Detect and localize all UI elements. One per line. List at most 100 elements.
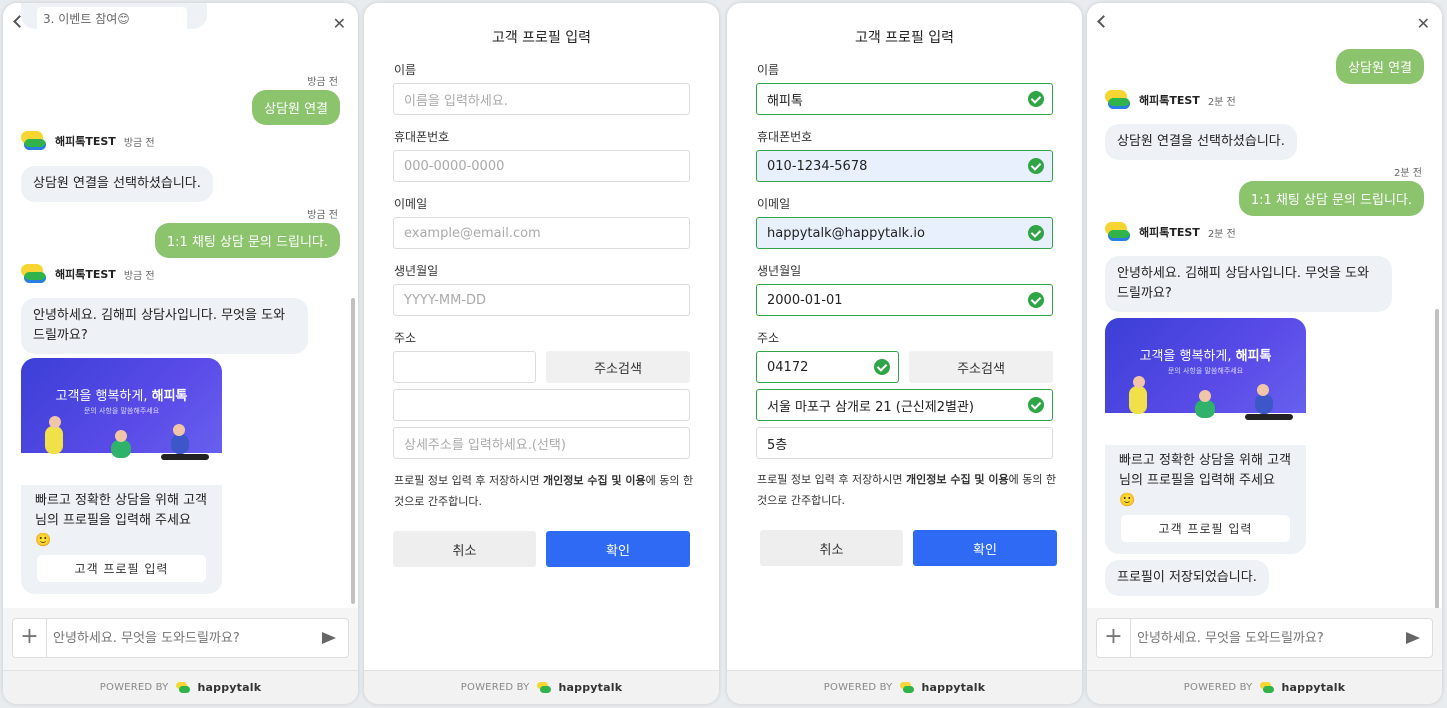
user-message: 상담원 연결: [1336, 49, 1424, 84]
powered-by-footer: POWERED BY happytalk: [364, 670, 719, 704]
person-illustration: [1255, 394, 1273, 414]
powered-by-footer: POWERED BY happytalk: [727, 670, 1082, 704]
phone-label: 휴대폰번호: [394, 130, 450, 144]
scrollbar[interactable]: [351, 298, 355, 604]
user-message: 1:1 채팅 상담 문의 드립니다.: [1238, 181, 1424, 216]
message-time: 방금 전: [123, 137, 155, 149]
message-time: 방금 전: [307, 210, 338, 221]
powered-by-footer: POWERED BY happytalk: [1087, 670, 1442, 704]
message-time: 2분 전: [1207, 228, 1236, 240]
bot-sender: 해피톡TEST 2분 전: [1105, 90, 1236, 110]
scrollbar[interactable]: [1435, 309, 1439, 609]
profile-form-filled: 고객 프로필 입력 이름 해피톡 휴대폰번호 010-1234-5678 이메일…: [727, 3, 1082, 704]
promo-banner: 고객을 행복하게, 해피톡 문의 사항을 말씀해주세요: [21, 358, 222, 485]
bot-message: 안녕하세요. 김해피 상담사입니다. 무엇을 도와드릴까요?: [1105, 256, 1392, 312]
send-icon[interactable]: [1406, 632, 1420, 644]
message-time: 2분 전: [1394, 168, 1422, 179]
message-input[interactable]: [47, 630, 322, 646]
profile-input-button[interactable]: 고객 프로필 입력: [37, 555, 206, 582]
birth-field[interactable]: 2000-01-01: [756, 284, 1053, 316]
happytalk-logo-icon: [537, 682, 552, 693]
bot-name: 해피톡TEST: [1139, 94, 1200, 107]
message-time: 방금 전: [307, 77, 338, 88]
cancel-button[interactable]: 취소: [393, 531, 536, 567]
person-illustration: [1195, 400, 1215, 418]
address-field[interactable]: 서울 마포구 삼개로 21 (근신제2별관): [756, 389, 1053, 421]
banner-title: 고객을 행복하게, 해피톡: [55, 389, 188, 404]
chat-messages: 3. 이벤트 참여😊 ✕ 방금 전 상담원 연결 해피톡TEST 방금 전 상담…: [3, 3, 358, 609]
email-field[interactable]: happytalk@happytalk.io: [756, 217, 1053, 249]
birth-label: 생년월일: [757, 264, 802, 278]
bot-avatar-icon: [1105, 90, 1131, 110]
banner-title: 고객을 행복하게, 해피톡: [1139, 349, 1272, 364]
person-illustration: [45, 426, 63, 454]
profile-request-card: 고객을 행복하게, 해피톡 문의 사항을 말씀해주세요 빠르고 정확한 상담을 …: [1105, 318, 1306, 554]
close-icon[interactable]: ✕: [1417, 16, 1430, 32]
address-detail-field[interactable]: 5층: [756, 427, 1053, 459]
email-label: 이메일: [757, 197, 791, 211]
back-icon[interactable]: [1097, 15, 1110, 28]
privacy-notice: 프로필 정보 입력 후 저장하시면 개인정보 수집 및 이용에 동의 한 것으로…: [757, 473, 1057, 507]
bot-message: 안녕하세요. 김해피 상담사입니다. 무엇을 도와드릴까요?: [21, 298, 308, 354]
phone-field[interactable]: 000-0000-0000: [393, 150, 690, 182]
message-input[interactable]: [1131, 630, 1406, 646]
promo-banner: 고객을 행복하게, 해피톡 문의 사항을 말씀해주세요: [1105, 318, 1306, 445]
name-label: 이름: [757, 63, 780, 77]
address-label: 주소: [394, 331, 417, 345]
birth-field[interactable]: YYYY-MM-DD: [393, 284, 690, 316]
check-icon: [874, 359, 890, 375]
confirm-button[interactable]: 확인: [913, 530, 1057, 566]
person-illustration: [111, 440, 131, 458]
chat-panel-left: 3. 이벤트 참여😊 ✕ 방금 전 상담원 연결 해피톡TEST 방금 전 상담…: [3, 3, 358, 704]
bot-name: 해피톡TEST: [55, 268, 116, 281]
message-input-bar: +: [12, 618, 349, 658]
birth-label: 생년월일: [394, 264, 439, 278]
bot-avatar-icon: [1105, 222, 1131, 242]
bot-name: 해피톡TEST: [55, 135, 116, 148]
check-icon: [1028, 292, 1044, 308]
card-text: 빠르고 정확한 상담을 위해 고객님의 프로필을 입력해 주세요 🙂: [35, 493, 208, 548]
profile-form-empty: 고객 프로필 입력 이름 이름을 입력하세요. 휴대폰번호 000-0000-0…: [364, 3, 719, 704]
address-search-button[interactable]: 주소검색: [546, 351, 690, 383]
banner-subtitle: 문의 사항을 말씀해주세요: [83, 407, 160, 415]
check-icon: [1028, 91, 1044, 107]
name-field[interactable]: 해피톡: [756, 83, 1053, 115]
email-field[interactable]: example@email.com: [393, 217, 690, 249]
address-detail-field[interactable]: 상세주소를 입력하세요.(선택): [393, 427, 690, 459]
message-input-bar: +: [1096, 618, 1433, 658]
bot-sender: 해피톡TEST 2분 전: [1105, 222, 1236, 242]
bot-message: 상담원 연결을 선택하셨습니다.: [1105, 124, 1297, 160]
phone-field[interactable]: 010-1234-5678: [756, 150, 1053, 182]
form-title: 고객 프로필 입력: [491, 30, 592, 46]
check-icon: [1028, 225, 1044, 241]
phone-label: 휴대폰번호: [757, 130, 813, 144]
message-time: 2분 전: [1207, 96, 1236, 108]
confirm-button[interactable]: 확인: [546, 531, 690, 567]
plus-icon[interactable]: +: [1097, 619, 1131, 657]
bot-sender: 해피톡TEST 방금 전: [21, 131, 155, 151]
name-label: 이름: [394, 63, 417, 77]
profile-input-button[interactable]: 고객 프로필 입력: [1121, 515, 1290, 542]
send-icon[interactable]: [322, 632, 336, 644]
check-icon: [1028, 397, 1044, 413]
zip-field[interactable]: 04172: [756, 351, 899, 383]
chat-messages: ✕ 상담원 연결 해피톡TEST 2분 전 상담원 연결을 선택하셨습니다. 2…: [1087, 3, 1442, 609]
banner-subtitle: 문의 사항을 말씀해주세요: [1167, 367, 1244, 375]
plus-icon[interactable]: +: [13, 619, 47, 657]
name-field[interactable]: 이름을 입력하세요.: [393, 83, 690, 115]
partial-message: 3. 이벤트 참여😊: [21, 3, 207, 31]
bot-message: 프로필이 저장되었습니다.: [1105, 560, 1269, 596]
user-message: 1:1 채팅 상담 문의 드립니다.: [154, 223, 340, 258]
card-text: 빠르고 정확한 상담을 위해 고객님의 프로필을 입력해 주세요 🙂: [1119, 453, 1292, 508]
zip-field[interactable]: [393, 351, 536, 383]
happytalk-logo-icon: [176, 682, 191, 693]
privacy-notice: 프로필 정보 입력 후 저장하시면 개인정보 수집 및 이용에 동의 한 것으로…: [394, 474, 694, 508]
bot-sender: 해피톡TEST 방금 전: [21, 264, 155, 284]
address-field[interactable]: [393, 389, 690, 421]
cancel-button[interactable]: 취소: [760, 530, 903, 566]
bot-message: 상담원 연결을 선택하셨습니다.: [21, 166, 213, 202]
user-message: 상담원 연결: [252, 90, 340, 125]
close-icon[interactable]: ✕: [333, 16, 346, 32]
address-search-button[interactable]: 주소검색: [909, 351, 1053, 383]
bot-name: 해피톡TEST: [1139, 226, 1200, 239]
